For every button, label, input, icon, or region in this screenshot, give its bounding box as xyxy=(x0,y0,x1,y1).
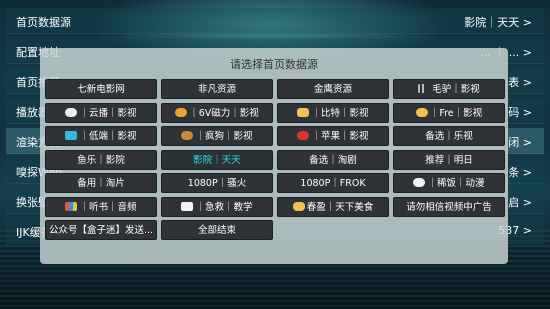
source-option-label: 全部结束 xyxy=(197,225,236,236)
tv-icon xyxy=(65,131,78,140)
bird-icon xyxy=(175,107,188,117)
dog-icon xyxy=(181,131,194,140)
settings-row-value: 表 > xyxy=(508,76,532,89)
source-option-label: ｜苹果｜影视 xyxy=(311,131,369,142)
source-option-button[interactable]: ｜6V磁力｜影视 xyxy=(161,102,273,123)
source-option-label: 1080P｜骚火 xyxy=(187,178,247,189)
dialog-title: 请选择首页数据源 xyxy=(230,58,318,71)
source-option-label: ｜稀饭｜动漫 xyxy=(427,178,485,189)
source-option-button[interactable]: 请勿相信视频中广告 xyxy=(393,196,505,217)
settings-row-value: 条 > xyxy=(508,166,532,179)
settings-row-value: 影院｜天天 > xyxy=(464,16,532,29)
source-option-button[interactable]: ｜急救｜教学 xyxy=(161,196,273,217)
source-option-label: ｜低端｜影视 xyxy=(79,131,137,142)
source-option-button[interactable]: ｜稀饭｜动漫 xyxy=(393,173,505,193)
source-option-label: 鱼乐｜影院 xyxy=(77,154,125,166)
cloud-icon xyxy=(65,107,78,117)
source-option-label: 备选｜淘剧 xyxy=(309,154,357,166)
source-option-label: ｜急救｜教学 xyxy=(195,201,253,213)
source-option-label: ｜听书｜音频 xyxy=(79,201,137,213)
settings-row-value: 闭 > xyxy=(508,136,532,149)
source-option-label: ｜云播｜影视 xyxy=(79,107,137,119)
source-option-label: 公众号【盒子迷】发送... xyxy=(48,225,154,236)
bars-icon xyxy=(418,84,431,93)
source-option-label: ｜疯狗｜影视 xyxy=(195,131,253,142)
ambulance-icon xyxy=(181,201,194,211)
source-option-label: 影院｜天天 xyxy=(193,154,241,166)
source-option-button[interactable]: 七新电影网 xyxy=(45,79,157,99)
source-option-button[interactable]: 推荐｜明日 xyxy=(393,149,505,170)
source-option-label: 毛驴｜影视 xyxy=(432,84,480,95)
source-option-label: 备选｜乐视 xyxy=(425,131,473,142)
source-option-label: 1080P｜FROK xyxy=(300,178,366,189)
source-option-label: 春盈｜天下美食 xyxy=(306,201,374,213)
source-option-button[interactable]: ｜苹果｜影视 xyxy=(277,126,389,146)
source-option-button[interactable]: ｜云播｜影视 xyxy=(45,102,157,123)
source-option-button[interactable]: ｜比特｜影视 xyxy=(277,102,389,123)
source-option-button[interactable]: 备用｜淘片 xyxy=(45,173,157,193)
source-option-label: 备用｜淘片 xyxy=(77,178,125,189)
source-option-label: 推荐｜明日 xyxy=(425,154,473,166)
source-option-button[interactable]: 毛驴｜影视 xyxy=(393,79,505,99)
source-option-button[interactable]: 春盈｜天下美食 xyxy=(277,196,389,217)
settings-row-value: 启 > xyxy=(508,196,532,209)
source-option-button[interactable]: ｜低端｜影视 xyxy=(45,126,157,146)
apple-icon xyxy=(297,131,310,140)
books-icon xyxy=(65,201,78,211)
source-select-dialog: 请选择首页数据源 七新电影网 非凡资源 金鹰资源 毛驴｜影视 ｜云播｜影视 ｜6V磁力｜影… xyxy=(40,48,508,264)
ok-hand-icon xyxy=(415,107,428,117)
settings-row-value: 码 > xyxy=(508,106,532,119)
source-option-label: 请勿相信视频中广告 xyxy=(406,201,492,213)
settings-row-home-source[interactable]: 首页数据源 影院｜天天 > xyxy=(6,8,544,34)
source-option-button[interactable]: 备选｜淘剧 xyxy=(277,149,389,170)
source-option-button[interactable]: 全部结束 xyxy=(161,220,273,240)
victory-hand-icon xyxy=(297,107,310,117)
source-option-button[interactable]: 非凡资源 xyxy=(161,79,273,99)
source-option-label: ｜6V磁力｜影视 xyxy=(189,107,259,119)
source-option-button[interactable]: 1080P｜FROK xyxy=(277,173,389,193)
source-option-button[interactable]: 影院｜天天 xyxy=(161,149,273,170)
settings-row-label: 首页数据源 xyxy=(16,16,71,29)
source-option-button[interactable]: 鱼乐｜影院 xyxy=(45,149,157,170)
source-option-button[interactable]: ｜疯狗｜影视 xyxy=(161,126,273,146)
source-option-button[interactable]: 金鹰资源 xyxy=(277,79,389,99)
source-option-button[interactable]: 1080P｜骚火 xyxy=(161,173,273,193)
source-option-label: 金鹰资源 xyxy=(313,84,352,95)
source-option-button[interactable]: ｜听书｜音频 xyxy=(45,196,157,217)
source-option-label: ｜比特｜影视 xyxy=(311,107,369,119)
pointing-hand-icon xyxy=(292,201,305,211)
source-option-label: 非凡资源 xyxy=(197,84,236,95)
source-option-button[interactable]: ｜Fre｜影视 xyxy=(393,102,505,123)
source-option-label: ｜Fre｜影视 xyxy=(429,107,483,119)
source-option-button[interactable]: 备选｜乐视 xyxy=(393,126,505,146)
source-option-button[interactable]: 公众号【盒子迷】发送... xyxy=(45,220,157,240)
ball-icon xyxy=(413,178,426,187)
source-option-label: 七新电影网 xyxy=(77,84,125,95)
